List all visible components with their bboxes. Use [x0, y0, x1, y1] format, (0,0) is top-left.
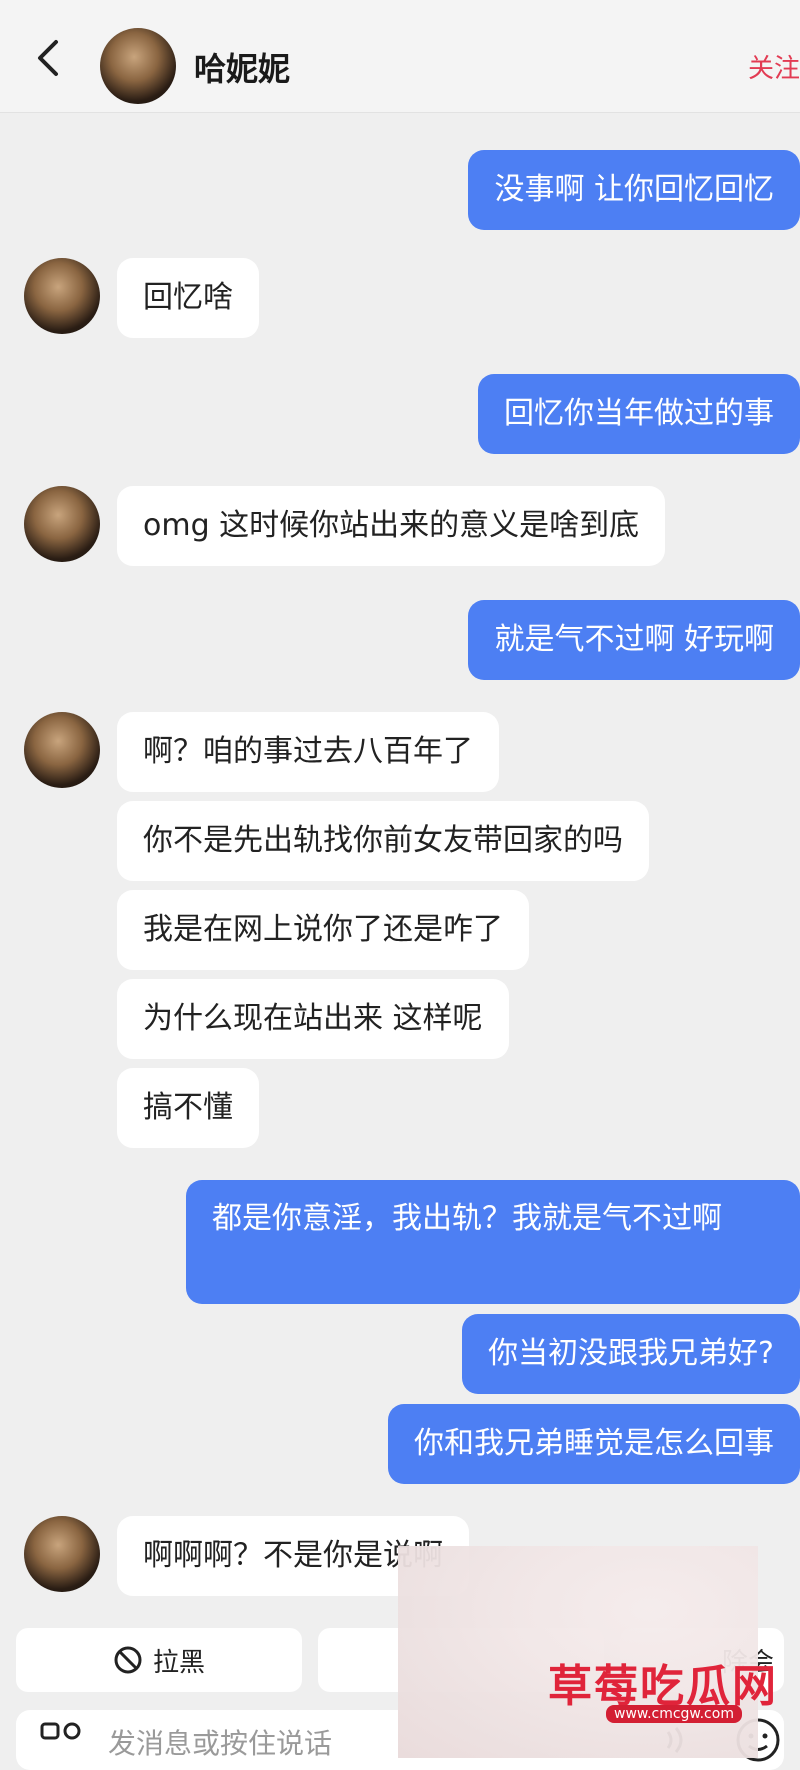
sent-message[interactable]: 没事啊 让你回忆回忆	[468, 150, 800, 230]
sent-message[interactable]: 就是气不过啊 好玩啊	[468, 600, 800, 680]
watermark-url: www.cmcgw.com	[606, 1705, 742, 1723]
sent-message[interactable]: 你当初没跟我兄弟好?	[462, 1314, 800, 1394]
apps-icon	[40, 1722, 81, 1740]
sent-message[interactable]: 你和我兄弟睡觉是怎么回事	[388, 1404, 800, 1484]
block-label: 拉黑	[152, 1647, 205, 1678]
contact-avatar[interactable]	[100, 28, 176, 104]
sent-message[interactable]: 回忆你当年做过的事	[478, 374, 800, 454]
chat-header: 哈妮妮 关注	[0, 0, 800, 113]
sender-avatar[interactable]	[24, 258, 100, 334]
sender-avatar[interactable]	[24, 712, 100, 788]
received-message[interactable]: 我是在网上说你了还是咋了	[117, 890, 529, 970]
received-message[interactable]: 搞不懂	[117, 1068, 259, 1148]
received-message[interactable]: omg 这时候你站出来的意义是啥到底	[117, 486, 666, 566]
sent-message[interactable]: 都是你意淫，我出轨？我就是气不过啊	[186, 1180, 800, 1304]
received-message[interactable]: 为什么现在站出来 这样呢	[117, 979, 509, 1059]
received-message[interactable]: 啊？咱的事过去八百年了	[117, 712, 499, 792]
received-message[interactable]: 回忆啥	[117, 258, 259, 338]
sender-avatar[interactable]	[24, 1516, 100, 1592]
sender-avatar[interactable]	[24, 486, 100, 562]
chevron-left-icon	[38, 40, 58, 76]
back-button[interactable]	[28, 36, 68, 80]
received-message[interactable]: 你不是先出轨找你前女友带回家的吗	[117, 801, 649, 881]
block-button[interactable]: 拉黑	[16, 1628, 302, 1692]
follow-button[interactable]: 关注	[748, 48, 800, 85]
block-icon	[114, 1646, 142, 1674]
input-placeholder: 发消息或按住说话	[108, 1727, 333, 1760]
contact-name: 哈妮妮	[194, 50, 291, 88]
